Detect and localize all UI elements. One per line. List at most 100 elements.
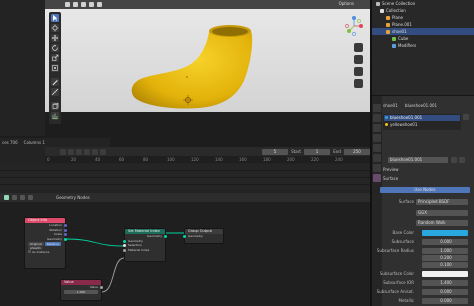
modifier-tab-icon[interactable]: [373, 164, 381, 172]
add-menu-icon[interactable]: [28, 195, 33, 200]
outliner: Scene Collection Collection Plane Plane.…: [372, 0, 474, 96]
output-tab-icon[interactable]: [373, 124, 381, 132]
unlink-material-icon[interactable]: [459, 157, 465, 163]
options-dropdown[interactable]: Options: [339, 1, 354, 6]
metallic-field[interactable]: 0.000: [422, 298, 468, 304]
zoom-icon[interactable]: [354, 43, 363, 52]
move-tool-icon[interactable]: [51, 34, 59, 42]
timeline-tick: 180: [263, 157, 271, 162]
select-menu-icon[interactable]: [20, 195, 25, 200]
add-cube-tool-icon[interactable]: [51, 102, 59, 110]
object-info-node[interactable]: Object Info Location Rotation Scale Geom…: [24, 217, 67, 269]
current-frame-field[interactable]: 5: [262, 148, 288, 155]
outliner-row[interactable]: Modifiers: [372, 42, 474, 49]
socket-icon[interactable]: [100, 286, 103, 289]
socket-icon[interactable]: [183, 235, 186, 238]
select-box-icon[interactable]: [73, 2, 78, 7]
outliner-row[interactable]: shoe01: [372, 28, 474, 35]
camera-icon[interactable]: [354, 67, 363, 76]
prev-key-icon[interactable]: [68, 148, 74, 155]
value-node[interactable]: Value Value 1.000: [60, 279, 103, 301]
outliner-row[interactable]: Cube: [372, 35, 474, 42]
set-material-index-node[interactable]: Set Material Index Geometry Geometry Sel…: [123, 228, 167, 262]
object-tab-icon[interactable]: [373, 154, 381, 162]
material-sphere-icon: [385, 123, 388, 126]
material-slot-row[interactable]: yellowshoe01: [384, 122, 460, 128]
copy-material-icon[interactable]: [451, 157, 457, 163]
scale-tool-icon[interactable]: [51, 54, 59, 62]
rotation-output-label: Rotation: [49, 227, 62, 232]
use-nodes-button[interactable]: Use Nodes: [380, 187, 470, 193]
distribution-dropdown[interactable]: GGX: [416, 210, 468, 216]
rotate-tool-icon[interactable]: [51, 44, 59, 52]
next-key-icon[interactable]: [92, 148, 98, 155]
node-tree-name[interactable]: Geometry Nodes: [56, 195, 90, 200]
extra-tool-icon[interactable]: [51, 112, 59, 120]
world-tab-icon[interactable]: [373, 144, 381, 152]
viewport-header: Options: [45, 0, 370, 9]
object-icon[interactable]: [89, 2, 94, 7]
timeline-ruler[interactable]: 0 20 40 60 80 100 120 140 160 180 200 22…: [45, 156, 370, 163]
subsurface-ior-field[interactable]: 1.400: [422, 280, 468, 286]
pan-hand-icon[interactable]: [354, 55, 363, 64]
scale-output-label: Scale: [53, 232, 62, 236]
object-selector[interactable]: shoe01: [28, 245, 43, 250]
subsurface-ior-label: Subsurface IOR: [383, 280, 414, 285]
outliner-row[interactable]: Scene Collection: [372, 0, 474, 7]
outliner-row[interactable]: Plane.001: [372, 21, 474, 28]
view-menu-icon[interactable]: [12, 195, 17, 200]
value-field[interactable]: 1.000: [64, 289, 98, 294]
add-icon[interactable]: [81, 2, 86, 7]
shoe-object[interactable]: [125, 22, 265, 114]
subsurface-anisotropy-field[interactable]: 0.000: [422, 289, 468, 295]
base-color-swatch[interactable]: [422, 230, 468, 236]
outliner-row-label: shoe01: [392, 29, 407, 34]
material-slots-list[interactable]: blueshoe01.001 yellowshoe01: [383, 114, 461, 130]
outliner-row[interactable]: Plane: [372, 14, 474, 21]
outliner-row[interactable]: Collection: [372, 7, 474, 14]
surface-shader-field[interactable]: Principled BSDF: [416, 199, 468, 205]
socket-icon[interactable]: [123, 248, 126, 252]
subsurface-radius-x-field[interactable]: 1.000: [422, 248, 468, 254]
select-tool-icon[interactable]: [51, 14, 59, 22]
render-tab-icon[interactable]: [373, 114, 381, 122]
node-editor-type-icon[interactable]: [4, 195, 9, 200]
geometry-input-label: Geometry: [128, 238, 143, 243]
as-instance-checkbox[interactable]: [28, 250, 31, 253]
left-editor-panel: [0, 0, 45, 136]
material-slot-row[interactable]: blueshoe01.001: [384, 115, 460, 121]
jump-end-icon[interactable]: [100, 148, 106, 155]
material-name-field[interactable]: blueshoe01.001: [388, 157, 448, 163]
transform-pivot-icon[interactable]: [97, 2, 102, 7]
view-icon[interactable]: [65, 2, 70, 7]
subsurface-radius-z-field[interactable]: 0.100: [422, 262, 468, 268]
cursor-tool-icon[interactable]: [51, 24, 59, 32]
subsurface-radius-y-field[interactable]: 0.200: [422, 255, 468, 261]
subsurface-color-swatch[interactable]: [422, 271, 468, 277]
play-reverse-icon[interactable]: [76, 148, 82, 155]
play-icon[interactable]: [84, 148, 90, 155]
subsurface-field[interactable]: 0.000: [422, 239, 468, 245]
verts-count: ces 706: [2, 140, 18, 145]
node-input-socket-row: Geometry: [183, 234, 223, 239]
group-output-node[interactable]: Group Output Geometry: [183, 228, 224, 244]
measure-tool-icon[interactable]: [51, 88, 59, 96]
end-frame-field[interactable]: 250: [344, 148, 370, 155]
jump-start-icon[interactable]: [60, 148, 66, 155]
transform-tool-icon[interactable]: [51, 64, 59, 72]
scene-tab-icon[interactable]: [373, 134, 381, 142]
timeline-tracks[interactable]: [0, 164, 370, 190]
preview-panel-header[interactable]: Preview: [383, 167, 399, 173]
navigation-gizmo[interactable]: [342, 14, 366, 38]
timeline-tick: 40: [95, 157, 101, 162]
annotate-tool-icon[interactable]: [51, 78, 59, 86]
surface-panel-header[interactable]: Surface: [383, 176, 398, 182]
tool-tab-icon[interactable]: [373, 104, 381, 112]
subsurface-color-label: Subsurface Color: [379, 271, 414, 276]
grid-icon[interactable]: [354, 79, 363, 88]
start-frame-field[interactable]: 1: [304, 148, 330, 155]
material-tab-icon[interactable]: [373, 174, 381, 182]
add-slot-button[interactable]: [463, 114, 469, 120]
value-output-label: Value: [89, 285, 98, 289]
subsurface-method-dropdown[interactable]: Random Walk: [416, 220, 468, 226]
